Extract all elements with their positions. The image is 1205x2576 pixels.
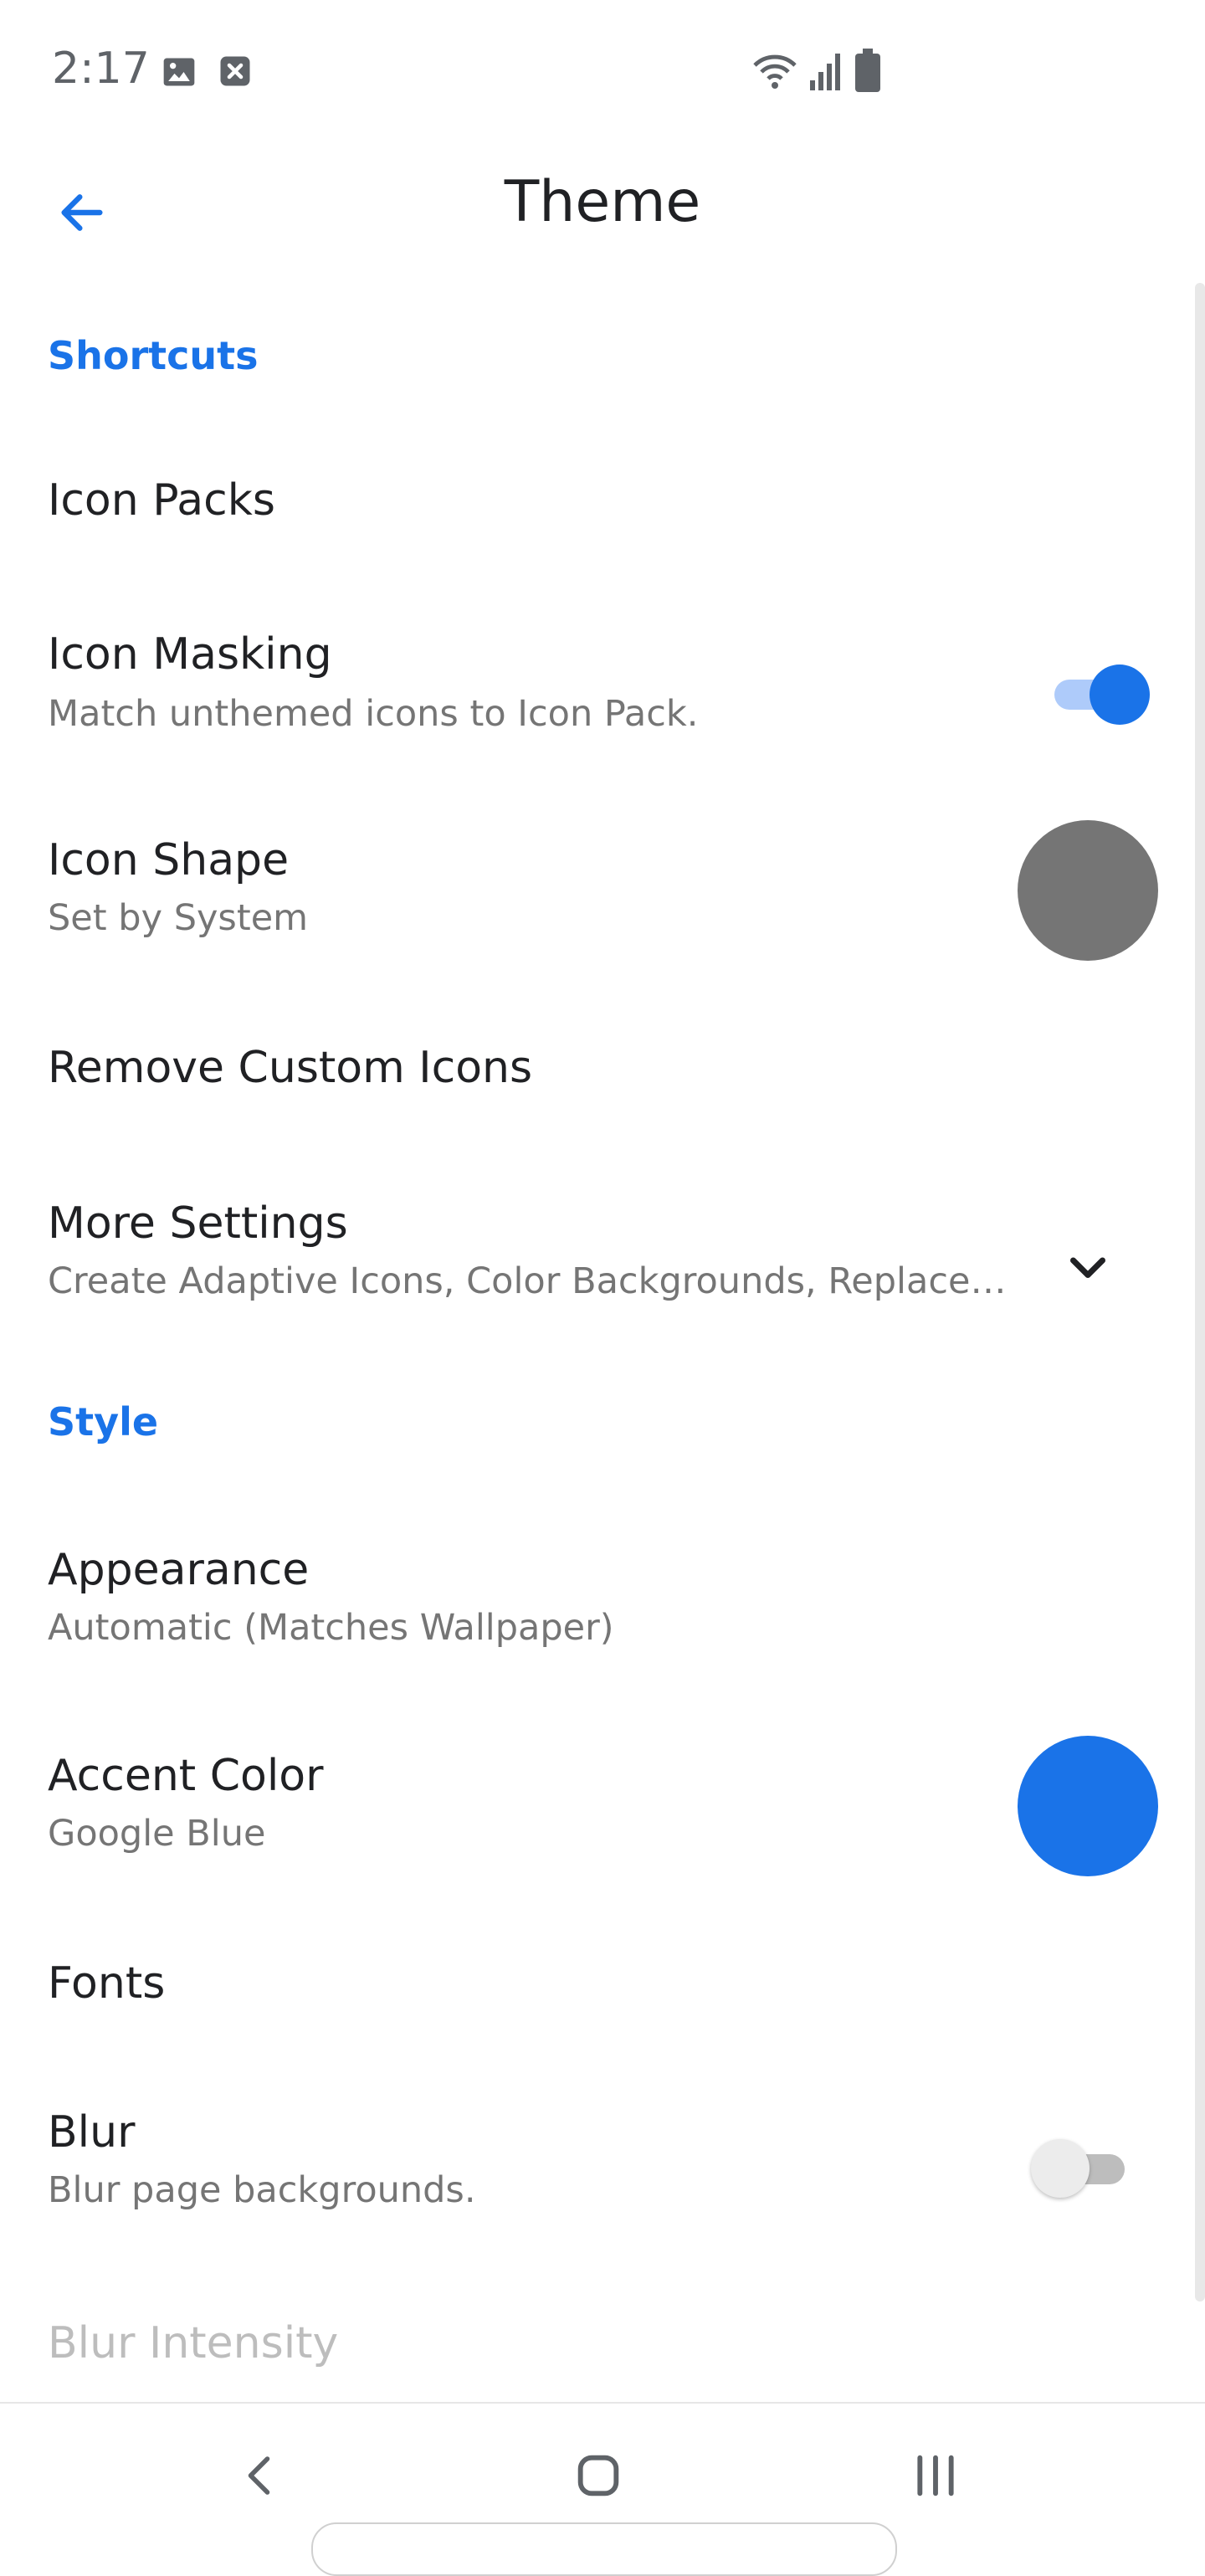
setting-title: Icon Masking (48, 629, 332, 680)
setting-fonts[interactable]: Fonts (0, 1925, 1188, 2050)
nav-home-button[interactable] (556, 2434, 640, 2517)
setting-icon-masking[interactable]: Icon Masking Match unthemed icons to Ico… (0, 594, 1188, 778)
app-bar: Theme (0, 151, 1205, 259)
setting-appearance[interactable]: Appearance Automatic (Matches Wallpaper) (0, 1515, 1188, 1699)
setting-blur[interactable]: Blur Blur page backgrounds. (0, 2072, 1188, 2256)
setting-subtitle: Create Adaptive Icons, Color Backgrounds… (48, 1260, 1007, 1302)
setting-title: Blur Intensity (48, 2318, 339, 2368)
setting-title: Fonts (48, 1958, 166, 2009)
accent-color-preview (1018, 1736, 1158, 1876)
setting-subtitle: Match unthemed icons to Icon Pack. (48, 693, 699, 735)
setting-title: More Settings (48, 1198, 348, 1249)
scrollbar[interactable] (1195, 283, 1205, 2301)
setting-more-settings[interactable]: More Settings Create Adaptive Icons, Col… (0, 1163, 1188, 1347)
setting-icon-packs[interactable]: Icon Packs (0, 444, 1188, 569)
image-icon (161, 54, 197, 94)
battery-icon (855, 49, 880, 95)
setting-subtitle: Google Blue (48, 1813, 266, 1855)
setting-title: Blur (48, 2107, 136, 2158)
setting-accent-color[interactable]: Accent Color Google Blue (0, 1721, 1188, 1905)
setting-subtitle: Set by System (48, 897, 309, 939)
signal-icon (808, 52, 842, 94)
wifi-icon (751, 50, 798, 94)
setting-title: Remove Custom Icons (48, 1043, 533, 1093)
bottom-sheet-handle[interactable] (311, 2522, 897, 2576)
chevron-down-icon[interactable] (1063, 1244, 1113, 1294)
setting-icon-shape[interactable]: Icon Shape Set by System (0, 803, 1188, 988)
setting-title: Accent Color (48, 1751, 324, 1801)
icon-masking-toggle[interactable] (1051, 661, 1151, 725)
setting-subtitle: Automatic (Matches Wallpaper) (48, 1607, 614, 1649)
section-header-style: Style (48, 1399, 159, 1445)
icon-shape-preview (1018, 820, 1158, 961)
page-title: Theme (504, 169, 701, 235)
setting-title: Icon Packs (48, 475, 275, 526)
setting-remove-custom-icons[interactable]: Remove Custom Icons (0, 1004, 1188, 1130)
status-time: 2:17 (52, 44, 150, 94)
setting-title: Icon Shape (48, 835, 290, 885)
blur-toggle[interactable] (1028, 2136, 1128, 2199)
setting-blur-intensity: Blur Intensity (0, 2285, 1188, 2402)
section-header-shortcuts: Shortcuts (48, 333, 259, 378)
close-box-icon (218, 54, 253, 92)
nav-recents-button[interactable] (894, 2434, 977, 2517)
nav-back-button[interactable] (219, 2434, 303, 2517)
nav-back-icon (248, 2456, 270, 2495)
nav-home-icon (577, 2455, 619, 2496)
setting-subtitle: Blur page backgrounds. (48, 2169, 476, 2211)
status-bar: 2:17 (0, 0, 1205, 151)
setting-title: Appearance (48, 1545, 310, 1595)
nav-recents-icon (917, 2455, 954, 2496)
